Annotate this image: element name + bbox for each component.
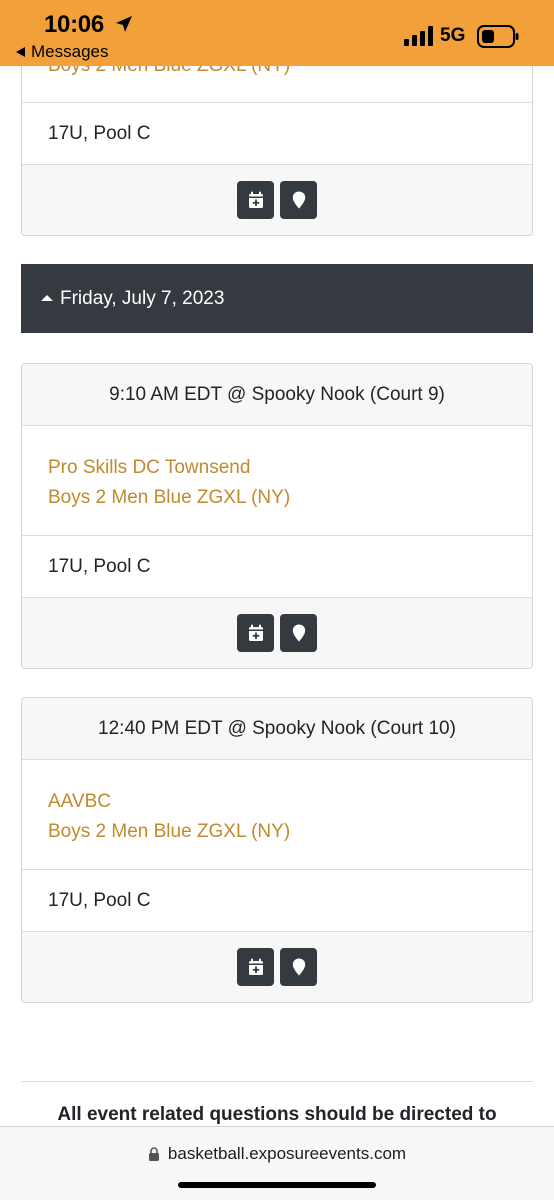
game-card: 9:10 AM EDT @ Spooky Nook (Court 9) Pro …	[21, 363, 533, 669]
card-teams: Pro Skills DC Townsend Boys 2 Men Blue Z…	[22, 426, 532, 536]
back-triangle-icon	[16, 47, 25, 57]
team-link[interactable]: Boys 2 Men Blue ZGXL (NY)	[48, 817, 532, 847]
game-time-location: 12:40 PM EDT @ Spooky Nook (Court 10)	[22, 698, 532, 760]
battery-icon	[477, 25, 519, 48]
card-division: 17U, Pool C	[22, 103, 532, 165]
network-label: 5G	[440, 25, 466, 46]
add-to-calendar-button[interactable]	[237, 614, 274, 652]
team-link[interactable]: Pro Skills DC Townsend	[48, 453, 532, 483]
directions-button[interactable]	[280, 614, 317, 652]
date-label: Friday, July 7, 2023	[60, 287, 225, 309]
calendar-plus-icon	[248, 191, 263, 208]
back-to-app-link[interactable]: Messages	[16, 42, 108, 62]
game-time-location: 9:10 AM EDT @ Spooky Nook (Court 9)	[22, 364, 532, 426]
team-link[interactable]: AAVBC	[48, 787, 532, 817]
signal-icon	[404, 26, 433, 46]
footer-note: All event related questions should be di…	[57, 1104, 497, 1125]
browser-url-bar[interactable]: basketball.exposureevents.com	[0, 1126, 554, 1200]
status-time: 10:06	[44, 11, 104, 38]
game-card: 12:40 PM EDT @ Spooky Nook (Court 10) AA…	[21, 697, 533, 1003]
url-text: basketball.exposureevents.com	[167, 1144, 407, 1163]
card-actions	[22, 598, 532, 668]
status-bar: 10:06 Messages 5G	[0, 0, 554, 66]
home-indicator	[178, 1182, 376, 1188]
add-to-calendar-button[interactable]	[237, 181, 274, 219]
map-marker-icon	[292, 958, 305, 976]
map-marker-icon	[292, 624, 305, 642]
location-arrow-icon	[116, 16, 132, 32]
directions-button[interactable]	[280, 181, 317, 219]
back-app-label: Messages	[31, 42, 109, 61]
directions-button[interactable]	[280, 948, 317, 986]
calendar-plus-icon	[248, 958, 263, 975]
date-header-toggle[interactable]: Friday, July 7, 2023	[21, 264, 533, 333]
card-division: 17U, Pool C	[22, 536, 532, 598]
url-row[interactable]: basketball.exposureevents.com	[0, 1144, 554, 1164]
caret-up-icon	[41, 294, 53, 301]
card-division: 17U, Pool C	[22, 870, 532, 932]
card-actions	[22, 932, 532, 1002]
team-link[interactable]: Boys 2 Men Blue ZGXL (NY)	[48, 483, 532, 513]
card-teams: AAVBC Boys 2 Men Blue ZGXL (NY)	[22, 760, 532, 870]
calendar-plus-icon	[248, 624, 263, 641]
footer-divider	[21, 1081, 533, 1082]
add-to-calendar-button[interactable]	[237, 948, 274, 986]
map-marker-icon	[292, 191, 305, 209]
lock-icon	[148, 1147, 159, 1161]
card-actions	[22, 165, 532, 235]
